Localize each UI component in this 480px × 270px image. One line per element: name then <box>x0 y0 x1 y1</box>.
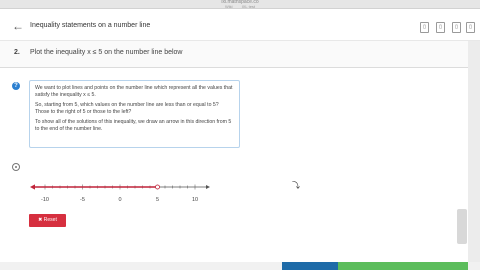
axis-arrow <box>206 185 210 189</box>
browser-tab[interactable]: Wiki <box>225 4 233 9</box>
hint-paragraph: So, starting from 5, which values on the… <box>35 101 219 116</box>
tick-label: 0 <box>118 197 121 203</box>
calculator-icon[interactable]: ▯ <box>420 22 429 33</box>
page-title: Inequality statements on a number line <box>30 22 151 29</box>
tick-label: 5 <box>156 197 159 203</box>
worksheet-icon[interactable]: ▯ <box>452 22 461 33</box>
submit-button[interactable] <box>338 262 468 270</box>
step-status-icon <box>12 163 20 171</box>
hint-paragraph: To show all of the solutions of this ine… <box>35 118 232 133</box>
scrollbar-thumb[interactable] <box>457 209 467 244</box>
question-number: 2. <box>14 49 20 56</box>
hint-panel: We want to plot lines and points on the … <box>29 80 240 148</box>
back-arrow-icon[interactable]: ← <box>12 19 24 33</box>
scrollbar-track[interactable] <box>468 41 480 263</box>
number-line[interactable]: -10 -5 0 5 10 <box>28 178 212 206</box>
browser-tab[interactable]: IXL test <box>242 4 255 9</box>
question-bar: 2. Plot the inequality x ≤ 5 on the numb… <box>0 41 468 68</box>
mouse-cursor-icon: ⤵ <box>292 181 300 190</box>
help-icon[interactable]: ? <box>12 82 20 90</box>
reset-button[interactable]: ✖ Reset <box>29 214 66 227</box>
tick-label: 10 <box>192 197 198 203</box>
browser-chrome: ixl.mathspace.co Wiki IXL test <box>0 0 480 9</box>
menu-icon[interactable]: ▯ <box>466 22 475 33</box>
boundary-point <box>155 184 160 190</box>
hint-paragraph: We want to plot lines and points on the … <box>35 85 233 99</box>
browser-tabs: Wiki IXL test <box>0 5 480 9</box>
tick-label: -10 <box>41 197 49 203</box>
footer-action-button[interactable] <box>282 262 338 270</box>
tick-label: -5 <box>80 197 85 203</box>
solution-arrow <box>30 184 35 190</box>
notes-icon[interactable]: ▯ <box>436 22 445 33</box>
reset-label: Reset <box>43 217 57 223</box>
question-text: Plot the inequality x ≤ 5 on the number … <box>30 49 183 56</box>
app-header: ← Inequality statements on a number line… <box>0 13 480 41</box>
